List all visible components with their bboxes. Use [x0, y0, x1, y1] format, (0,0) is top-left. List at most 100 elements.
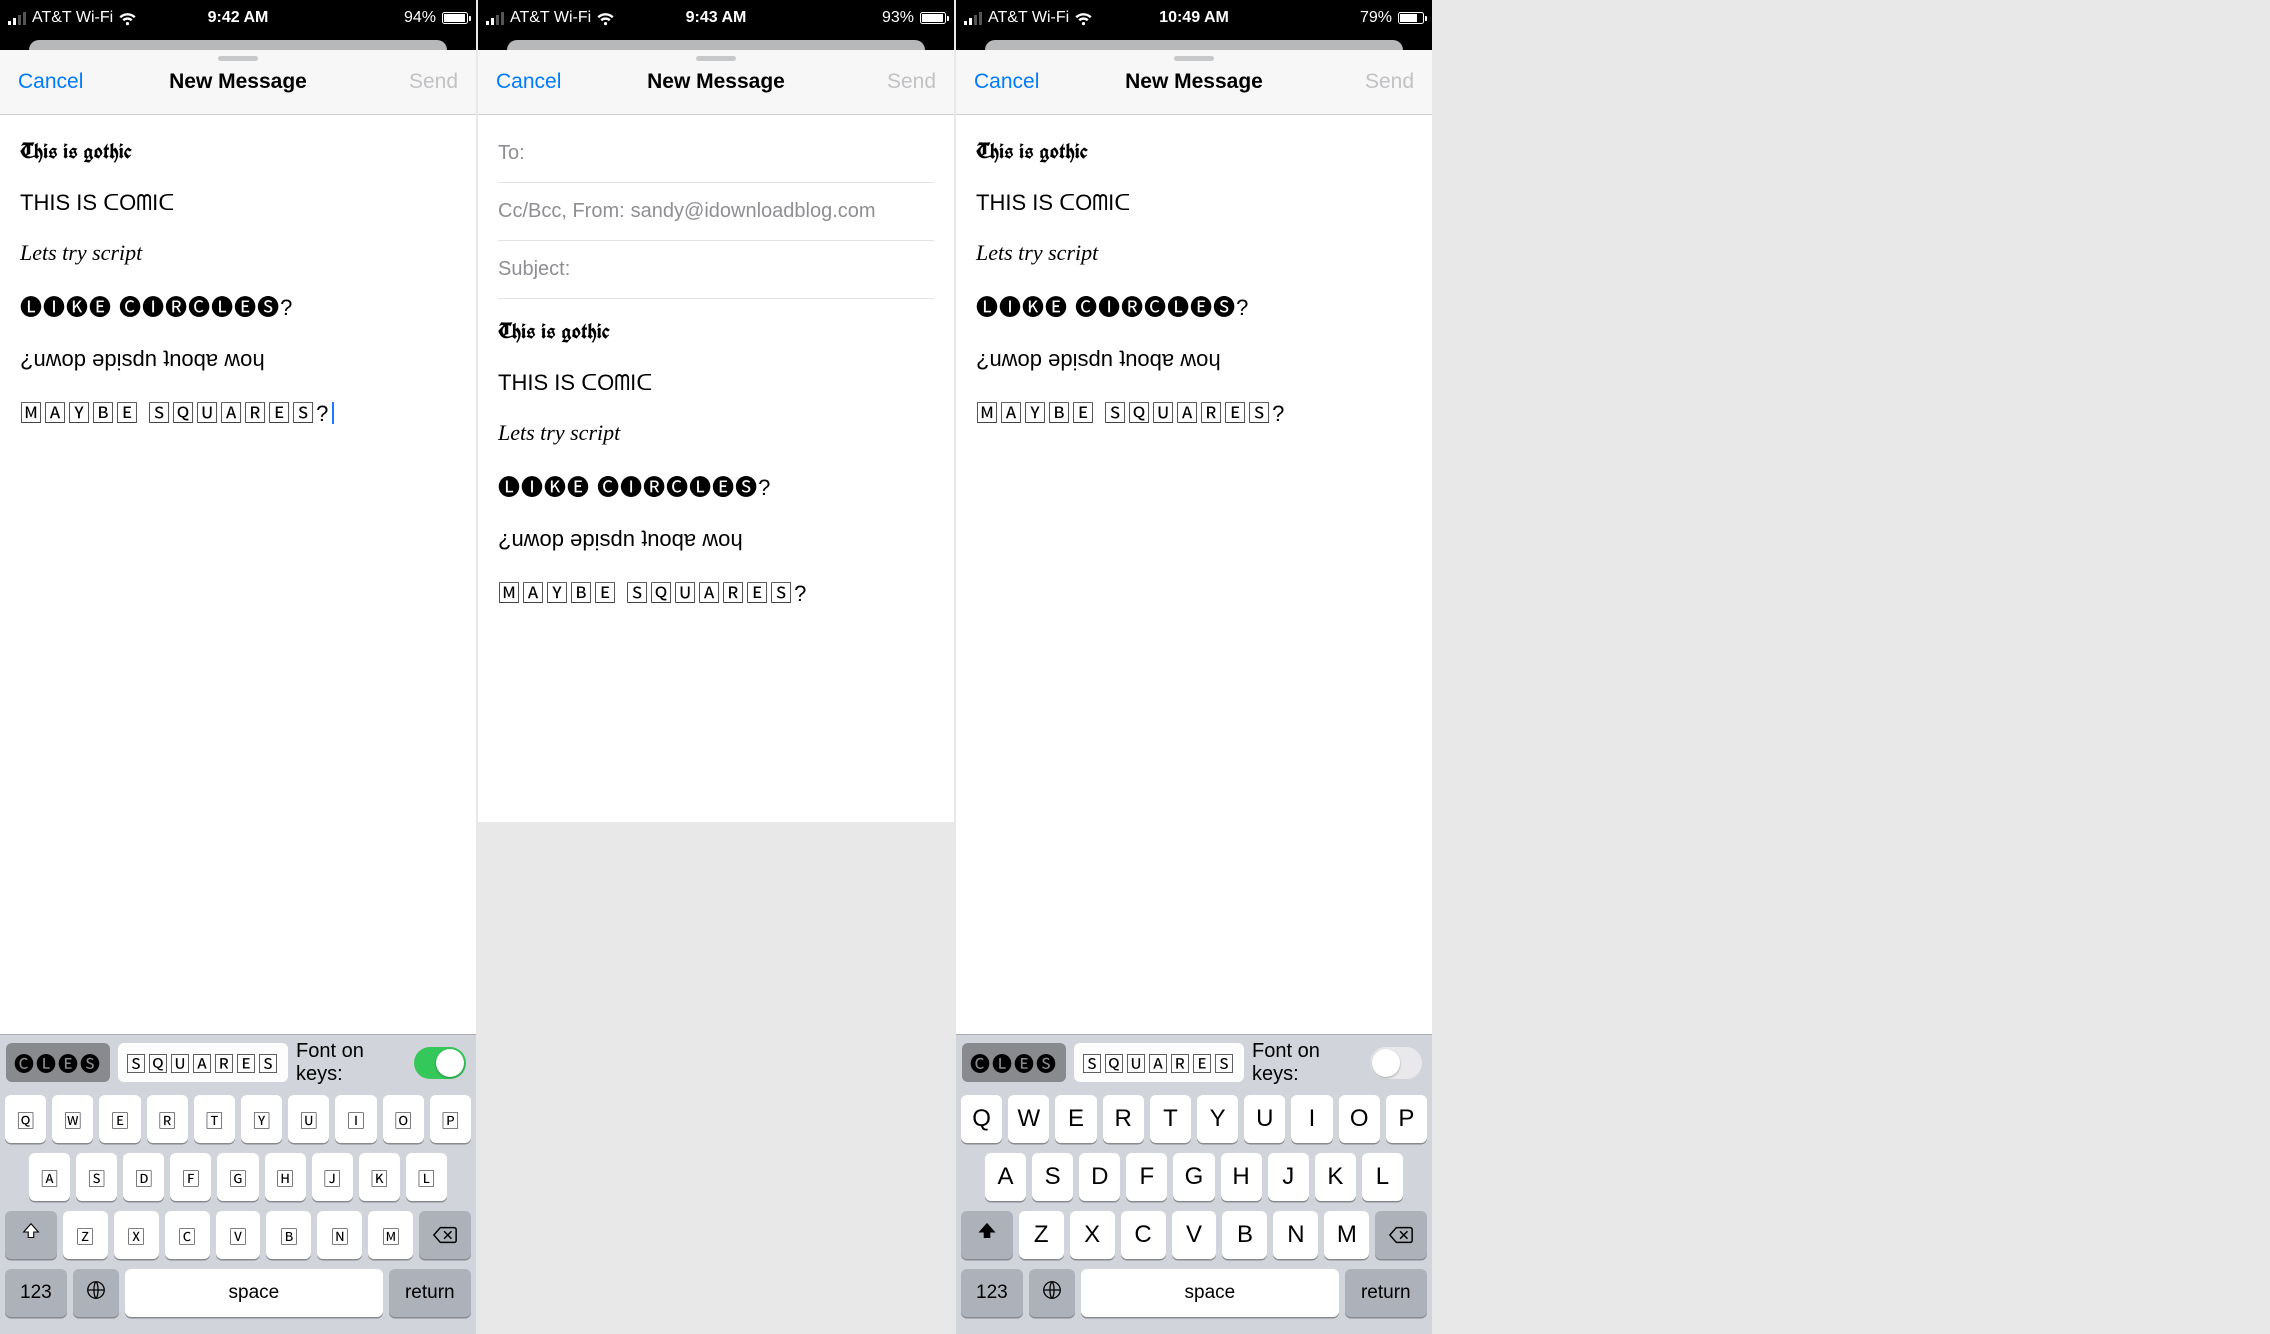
subject-field[interactable]: Subject:: [498, 241, 934, 299]
key-🄴[interactable]: 🄴: [99, 1095, 140, 1143]
key-🄷[interactable]: 🄷: [265, 1153, 306, 1201]
font-on-keys-toggle[interactable]: [414, 1047, 466, 1079]
key-F[interactable]: F: [1126, 1153, 1167, 1201]
body-line-squares[interactable]: 🄼🄰🅈🄱🄴 🅂🅀🅄🄰🅁🄴🅂?: [498, 576, 934, 608]
send-button[interactable]: Send: [1365, 70, 1414, 94]
key-🄵[interactable]: 🄵: [170, 1153, 211, 1201]
key-🄾[interactable]: 🄾: [383, 1095, 424, 1143]
sheet-grabber-icon[interactable]: [1174, 56, 1214, 61]
key-P[interactable]: P: [1386, 1095, 1427, 1143]
send-button[interactable]: Send: [887, 70, 936, 94]
key-G[interactable]: G: [1173, 1153, 1214, 1201]
key-R[interactable]: R: [1103, 1095, 1144, 1143]
body-line-script[interactable]: Lets try script: [976, 240, 1412, 266]
globe-key[interactable]: [73, 1269, 119, 1317]
key-X[interactable]: X: [1070, 1211, 1115, 1259]
shift-key[interactable]: [961, 1211, 1013, 1259]
key-🅃[interactable]: 🅃: [194, 1095, 235, 1143]
key-V[interactable]: V: [1172, 1211, 1217, 1259]
key-S[interactable]: S: [1032, 1153, 1073, 1201]
key-🅂[interactable]: 🅂: [76, 1153, 117, 1201]
sheet-grabber-icon[interactable]: [218, 56, 258, 61]
space-key[interactable]: space: [1081, 1269, 1338, 1317]
backspace-key[interactable]: [419, 1211, 471, 1259]
key-🅀[interactable]: 🅀: [5, 1095, 46, 1143]
shift-key[interactable]: [5, 1211, 57, 1259]
key-O[interactable]: O: [1339, 1095, 1380, 1143]
key-🅁[interactable]: 🅁: [147, 1095, 188, 1143]
key-L[interactable]: L: [1362, 1153, 1403, 1201]
cc-from-field[interactable]: Cc/Bcc, From: sandy@idownloadblog.com: [498, 183, 934, 241]
body-line-upside-down[interactable]: ¿uʍop ǝpᴉsdn ʇnoqɐ ʍoɥ: [498, 526, 934, 552]
key-🄻[interactable]: 🄻: [406, 1153, 447, 1201]
key-🅅[interactable]: 🅅: [216, 1211, 261, 1259]
compose-body[interactable]: This is gothic THIS IS ᑕOᗰIᑕ Lets try sc…: [0, 115, 476, 1034]
numbers-key[interactable]: 123: [5, 1269, 67, 1317]
return-key[interactable]: return: [1345, 1269, 1427, 1317]
key-🅈[interactable]: 🅈: [241, 1095, 282, 1143]
key-🄺[interactable]: 🄺: [359, 1153, 400, 1201]
key-Y[interactable]: Y: [1197, 1095, 1238, 1143]
suggestion-chip-1[interactable]: 🅒🅛🅔🅢: [962, 1043, 1066, 1082]
numbers-key[interactable]: 123: [961, 1269, 1023, 1317]
cancel-button[interactable]: Cancel: [18, 70, 83, 94]
key-🄼[interactable]: 🄼: [368, 1211, 413, 1259]
key-A[interactable]: A: [985, 1153, 1026, 1201]
key-🅆[interactable]: 🅆: [52, 1095, 93, 1143]
suggestion-chip-2[interactable]: 🅂🅀🅄🄰🅁🄴🅂: [118, 1043, 288, 1082]
key-🅇[interactable]: 🅇: [114, 1211, 159, 1259]
body-line-gothic[interactable]: This is gothic: [976, 137, 1412, 166]
key-Z[interactable]: Z: [1019, 1211, 1064, 1259]
key-🄸[interactable]: 🄸: [335, 1095, 376, 1143]
key-C[interactable]: C: [1121, 1211, 1166, 1259]
key-D[interactable]: D: [1079, 1153, 1120, 1201]
font-on-keys-toggle[interactable]: [1370, 1047, 1422, 1079]
body-line-squares[interactable]: 🄼🄰🅈🄱🄴 🅂🅀🅄🄰🅁🄴🅂?: [976, 396, 1412, 428]
suggestion-chip-1[interactable]: 🅒🅛🅔🅢: [6, 1043, 110, 1082]
body-line-comic[interactable]: THIS IS ᑕOᗰIᑕ: [20, 190, 456, 216]
key-J[interactable]: J: [1268, 1153, 1309, 1201]
key-W[interactable]: W: [1008, 1095, 1049, 1143]
key-N[interactable]: N: [1273, 1211, 1318, 1259]
body-line-comic[interactable]: THIS IS ᑕOᗰIᑕ: [976, 190, 1412, 216]
body-line-circles[interactable]: 🅛🅘🅚🅔 🅒🅘🅡🅒🅛🅔🅢?: [976, 290, 1412, 322]
suggestion-chip-2[interactable]: 🅂🅀🅄🄰🅁🄴🅂: [1074, 1043, 1244, 1082]
sheet-grabber-icon[interactable]: [696, 56, 736, 61]
body-line-script[interactable]: Lets try script: [498, 420, 934, 446]
key-U[interactable]: U: [1244, 1095, 1285, 1143]
key-🅄[interactable]: 🅄: [288, 1095, 329, 1143]
key-B[interactable]: B: [1222, 1211, 1267, 1259]
key-I[interactable]: I: [1291, 1095, 1332, 1143]
key-🄽[interactable]: 🄽: [317, 1211, 362, 1259]
key-🄲[interactable]: 🄲: [165, 1211, 210, 1259]
body-line-comic[interactable]: THIS IS ᑕOᗰIᑕ: [498, 370, 934, 396]
key-E[interactable]: E: [1055, 1095, 1096, 1143]
body-line-squares[interactable]: 🄼🄰🅈🄱🄴 🅂🅀🅄🄰🅁🄴🅂?: [20, 396, 456, 428]
compose-body[interactable]: This is gothic THIS IS ᑕOᗰIᑕ Lets try sc…: [956, 115, 1432, 1034]
return-key[interactable]: return: [389, 1269, 471, 1317]
key-🄳[interactable]: 🄳: [123, 1153, 164, 1201]
key-M[interactable]: M: [1324, 1211, 1369, 1259]
backspace-key[interactable]: [1375, 1211, 1427, 1259]
key-🄶[interactable]: 🄶: [217, 1153, 258, 1201]
key-🄰[interactable]: 🄰: [29, 1153, 70, 1201]
body-line-upside-down[interactable]: ¿uʍop ǝpᴉsdn ʇnoqɐ ʍoɥ: [976, 346, 1412, 372]
compose-body[interactable]: To: Cc/Bcc, From: sandy@idownloadblog.co…: [478, 115, 954, 822]
key-K[interactable]: K: [1315, 1153, 1356, 1201]
key-🄿[interactable]: 🄿: [430, 1095, 471, 1143]
send-button[interactable]: Send: [409, 70, 458, 94]
key-T[interactable]: T: [1150, 1095, 1191, 1143]
body-line-gothic[interactable]: This is gothic: [498, 317, 934, 346]
globe-key[interactable]: [1029, 1269, 1075, 1317]
cancel-button[interactable]: Cancel: [496, 70, 561, 94]
to-field[interactable]: To:: [498, 125, 934, 183]
key-🅉[interactable]: 🅉: [63, 1211, 108, 1259]
key-🄹[interactable]: 🄹: [312, 1153, 353, 1201]
key-H[interactable]: H: [1221, 1153, 1262, 1201]
space-key[interactable]: space: [125, 1269, 382, 1317]
body-line-upside-down[interactable]: ¿uʍop ǝpᴉsdn ʇnoqɐ ʍoɥ: [20, 346, 456, 372]
key-Q[interactable]: Q: [961, 1095, 1002, 1143]
key-🄱[interactable]: 🄱: [266, 1211, 311, 1259]
body-line-circles[interactable]: 🅛🅘🅚🅔 🅒🅘🅡🅒🅛🅔🅢?: [20, 290, 456, 322]
body-line-circles[interactable]: 🅛🅘🅚🅔 🅒🅘🅡🅒🅛🅔🅢?: [498, 470, 934, 502]
